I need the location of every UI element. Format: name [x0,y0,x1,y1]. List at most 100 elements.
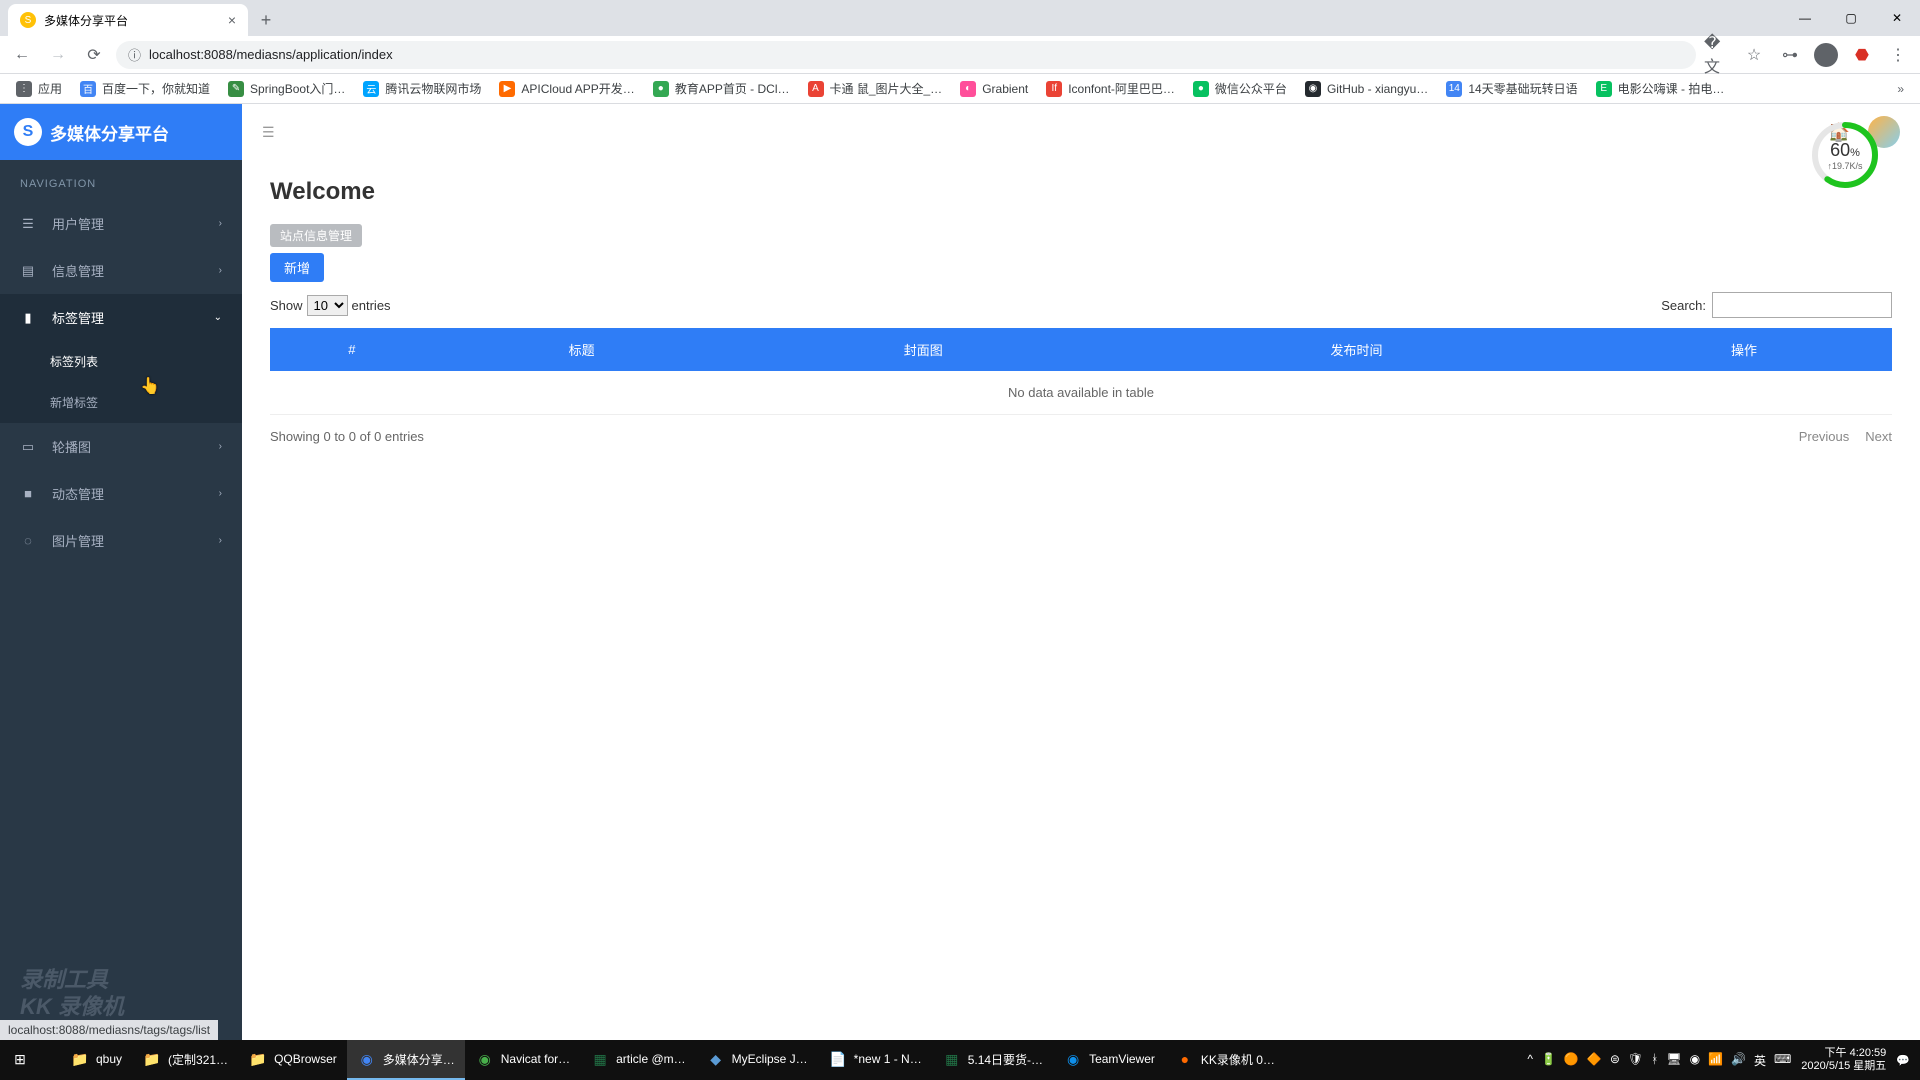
bookmark-overflow[interactable]: » [1889,78,1912,100]
tab-title: 多媒体分享平台 [44,12,128,29]
taskbar-item[interactable]: ◆MyEclipse J… [696,1040,818,1080]
tray-icon[interactable]: ᚼ [1651,1052,1658,1069]
browser-tab[interactable]: S 多媒体分享平台 × [8,4,248,36]
site-info-icon[interactable]: ⓘ [128,45,141,64]
taskbar-clock[interactable]: 下午 4:20:59 2020/5/15 星期五 [1801,1047,1886,1073]
taskbar-app-icon: ◉ [357,1049,377,1069]
column-header[interactable]: 发布时间 [1117,328,1596,371]
bookmark-label: 微信公众平台 [1215,80,1287,97]
sidebar-item[interactable]: ■动态管理› [0,470,242,517]
tray-icon[interactable]: 🖥 [1666,1052,1681,1069]
status-bar-url: localhost:8088/mediasns/tags/tags/list [0,1020,218,1040]
taskbar-app-icon: 📄 [828,1049,848,1069]
column-header[interactable]: 操作 [1596,328,1892,371]
chevron-right-icon: › [219,218,222,229]
menu-icon[interactable]: ⋮ [1884,41,1912,69]
taskbar-label: MyEclipse J… [732,1052,808,1066]
bookmark-item[interactable]: ✎SpringBoot入门… [220,76,353,101]
bookmark-star-icon[interactable]: ☆ [1740,41,1768,69]
taskbar-item[interactable]: 📄*new 1 - N… [818,1040,932,1080]
search-input[interactable] [1712,292,1892,318]
profile-icon[interactable] [1812,41,1840,69]
sidebar-subitem[interactable]: 标签列表 [0,341,242,382]
taskbar-item[interactable]: ◉ 多媒体分享… [347,1040,465,1080]
tray-icon[interactable]: 📶 [1708,1052,1723,1069]
bookmark-item[interactable]: ◐Grabient [952,77,1036,101]
sidebar-item[interactable]: ▤信息管理› [0,247,242,294]
bookmark-item[interactable]: 云腾讯云物联网市场 [355,76,489,101]
reload-button[interactable]: ⟳ [80,41,108,69]
column-header[interactable]: # [270,328,434,371]
taskbar-label: QQBrowser [274,1052,337,1066]
tray-icon[interactable]: 🔋 [1541,1052,1556,1069]
tray-icon[interactable]: 🛡 [1628,1052,1643,1069]
taskbar-item[interactable]: ▦article @m… [580,1040,696,1080]
notifications-icon[interactable]: 💬 [1896,1054,1910,1067]
tray-icon[interactable]: 🔶 [1587,1052,1602,1069]
hamburger-icon[interactable]: ☰ [262,124,282,141]
tray-icon[interactable]: 🟠 [1564,1052,1579,1069]
prev-page[interactable]: Previous [1799,429,1850,444]
bookmark-label: GitHub - xiangyu… [1327,82,1428,96]
bookmark-item[interactable]: ◉GitHub - xiangyu… [1297,77,1436,101]
next-page[interactable]: Next [1865,429,1892,444]
tray-ime[interactable]: ⌨ [1774,1052,1791,1069]
bookmark-item[interactable]: 1414天零基础玩转日语 [1438,76,1585,101]
sidebar-brand[interactable]: S 多媒体分享平台 [0,104,242,160]
close-tab-icon[interactable]: × [228,12,236,28]
tray-icon[interactable]: 🔊 [1731,1052,1746,1069]
taskbar-item[interactable]: ⊞ [0,1040,60,1080]
taskbar-item[interactable]: ▦5.14日要货-… [932,1040,1053,1080]
sidebar-item[interactable]: ☰用户管理› [0,200,242,247]
bookmark-item[interactable]: IfIconfont-阿里巴巴… [1038,76,1183,101]
bookmark-item[interactable]: A卡通 鼠_图片大全_… [800,76,951,101]
minimize-button[interactable]: — [1782,0,1828,36]
main-content: ☰ 🏠 60% ↑19.7K/s Welcome 站点信息管理 [242,104,1920,1040]
taskbar-item[interactable]: ●KK录像机 0… [1165,1040,1285,1080]
tray-icon[interactable]: ⊜ [1610,1052,1620,1069]
bookmark-item[interactable]: ●教育APP首页 - DCl… [645,76,798,101]
close-window-button[interactable]: ✕ [1874,0,1920,36]
extension-icon[interactable]: ⬣ [1848,41,1876,69]
column-header[interactable]: 封面图 [730,328,1117,371]
bookmark-item[interactable]: ⋮⋮⋮应用 [8,76,70,101]
maximize-button[interactable]: ▢ [1828,0,1874,36]
show-entries-select[interactable]: 10 [307,295,348,316]
sidebar-item[interactable]: ▮标签管理⌄ [0,294,242,341]
column-header[interactable]: 标题 [434,328,730,371]
data-table: #标题封面图发布时间操作 No data available in table [270,328,1892,415]
address-bar[interactable]: ⓘ localhost:8088/mediasns/application/in… [116,41,1696,69]
taskbar-item[interactable]: 📁(定制321… [132,1040,238,1080]
new-tab-button[interactable]: + [252,6,280,34]
taskbar-label: 多媒体分享… [383,1051,455,1068]
bookmark-item[interactable]: ●微信公众平台 [1185,76,1295,101]
translate-icon[interactable]: �文 [1704,41,1732,69]
taskbar-app-icon: ◉ [475,1049,495,1069]
nav-label: 信息管理 [52,261,104,280]
bookmark-item[interactable]: 百百度一下，你就知道 [72,76,218,101]
taskbar-item[interactable]: 📁QQBrowser [238,1040,347,1080]
bookmark-favicon: ⋮⋮⋮ [16,81,32,97]
taskbar-item[interactable]: ◉Navicat for… [465,1040,580,1080]
nav-label: 图片管理 [52,531,104,550]
taskbar-item[interactable]: 📁qbuy [60,1040,132,1080]
taskbar-item[interactable]: ◉TeamViewer [1053,1040,1165,1080]
back-button[interactable]: ← [8,41,36,69]
sidebar-subitem[interactable]: 新增标签 [0,382,242,423]
url-text: localhost:8088/mediasns/application/inde… [149,47,393,62]
taskbar-label: KK录像机 0… [1201,1051,1275,1068]
bookmark-favicon: ▶ [499,81,515,97]
forward-button[interactable]: → [44,41,72,69]
tray-icons[interactable]: ^ 🔋 🟠 🔶 ⊜ 🛡 ᚼ 🖥 ◉ 📶 🔊 英 ⌨ [1527,1052,1791,1069]
brand-logo-icon: S [14,118,42,146]
tray-up-icon[interactable]: ^ [1527,1052,1533,1069]
tray-icon[interactable]: ◉ [1690,1052,1700,1069]
sidebar-item[interactable]: ◌图片管理› [0,517,242,564]
add-button[interactable]: 新增 [270,253,324,282]
tray-ime[interactable]: 英 [1754,1052,1766,1069]
bookmark-item[interactable]: ▶ APICloud APP开发… [491,76,642,101]
sidebar-item[interactable]: ▭轮播图› [0,423,242,470]
password-key-icon[interactable]: ⊶ [1776,41,1804,69]
bookmark-item[interactable]: E电影公嗨课 - 拍电… [1588,76,1733,101]
bookmark-label: APICloud APP开发… [521,80,634,97]
